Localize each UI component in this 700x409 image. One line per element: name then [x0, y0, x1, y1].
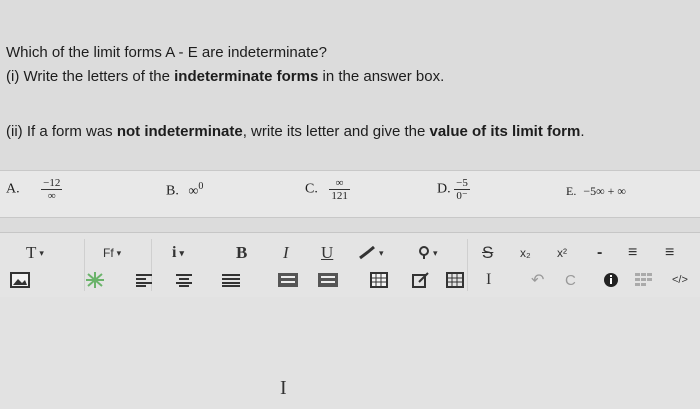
align-center-button[interactable] — [176, 270, 192, 290]
strikethrough-button[interactable]: S — [482, 243, 493, 263]
chevron-down-icon: ▾ — [179, 247, 184, 258]
numbered-list-button[interactable]: ≡ — [665, 243, 674, 263]
bold-button[interactable]: B — [236, 243, 247, 263]
redo-button[interactable]: C — [565, 270, 576, 290]
q3-end: . — [580, 123, 585, 140]
align-left-button[interactable] — [136, 270, 152, 290]
bullet-list-button[interactable]: ≡ — [628, 243, 637, 263]
accessibility-grid-button[interactable] — [635, 270, 653, 290]
option-b-exp: 0 — [198, 181, 204, 192]
option-b-label: B. — [166, 183, 179, 199]
grid-button[interactable] — [446, 270, 464, 290]
option-b: B. ∞0 — [166, 181, 203, 200]
font-family-label: Ff — [103, 246, 114, 260]
option-d-den: 0⁻ — [456, 190, 468, 202]
text-cursor-button[interactable]: I — [486, 270, 491, 290]
indent-button[interactable] — [278, 270, 298, 290]
insert-table-button[interactable] — [370, 270, 388, 290]
option-c-label: C. — [305, 181, 318, 197]
question-line2: (i) Write the letters of the indetermina… — [6, 68, 444, 85]
q3-prefix: (ii) If a form was — [6, 123, 117, 140]
sparkle-button[interactable] — [84, 270, 106, 290]
limit-forms-strip: A. −12 ∞ B. ∞0 C. ∞ 121 D. −5 0⁻ E. −5∞ … — [0, 170, 700, 218]
image-icon — [10, 272, 30, 288]
chevron-down-icon: ▾ — [379, 247, 384, 258]
subscript-button[interactable]: x₂ — [520, 243, 531, 263]
brush-icon — [359, 246, 375, 260]
editor-toolbar: T ▾ Ff ▾ i ▾ B I U ▾ ▾ S x₂ x² - ≡ ≡ I ↶… — [0, 232, 700, 298]
option-a-den: ∞ — [47, 190, 56, 202]
undo-button[interactable]: ↶ — [531, 270, 544, 290]
option-a-fraction: −12 ∞ — [41, 177, 63, 202]
option-d: D. −5 0⁻ — [437, 177, 470, 202]
option-a: A. −12 ∞ — [6, 177, 63, 202]
font-size-label: T — [26, 243, 37, 262]
toolbar-divider — [467, 239, 468, 291]
align-justify-button[interactable] — [222, 270, 240, 290]
option-d-fraction: −5 0⁻ — [454, 177, 470, 202]
option-d-label: D. — [437, 181, 451, 197]
edit-button[interactable] — [412, 270, 430, 290]
outdent-button[interactable] — [318, 270, 338, 290]
font-size-dropdown[interactable]: T ▾ — [26, 243, 44, 263]
grid-small-icon — [635, 273, 652, 286]
grid-icon — [446, 272, 464, 288]
info-button[interactable] — [603, 270, 619, 290]
option-c: C. ∞ 121 — [305, 177, 350, 202]
q2-bold: indeterminate forms — [174, 68, 319, 85]
chevron-down-icon: ▾ — [116, 247, 122, 258]
option-b-base: ∞ — [188, 183, 199, 199]
indent-icon — [278, 273, 298, 287]
info-label: i — [172, 244, 177, 261]
option-c-fraction: ∞ 121 — [329, 177, 350, 202]
outdent-icon — [318, 273, 338, 287]
align-justify-icon — [222, 274, 240, 287]
question-line3: (ii) If a form was not indeterminate, wr… — [6, 123, 585, 140]
text-color-dropdown[interactable]: ▾ — [358, 243, 384, 263]
q2-suffix: in the answer box. — [318, 68, 445, 85]
option-e-expr: −5∞ + ∞ — [583, 184, 626, 198]
option-a-label: A. — [6, 181, 20, 197]
table-icon — [370, 272, 388, 288]
superscript-button[interactable]: x² — [557, 243, 567, 263]
align-left-icon — [136, 274, 152, 287]
insert-image-button[interactable] — [10, 270, 30, 290]
edit-icon — [412, 272, 429, 288]
option-c-num: ∞ — [329, 177, 350, 190]
code-view-button[interactable]: </> — [672, 270, 688, 290]
option-c-den: 121 — [331, 190, 348, 202]
question-line1: Which of the limit forms A - E are indet… — [6, 44, 327, 61]
info-icon — [604, 273, 618, 287]
answer-editor[interactable]: I — [0, 297, 700, 409]
text-cursor: I — [280, 377, 287, 399]
q2-prefix: (i) Write the letters of the — [6, 68, 175, 85]
italic-button[interactable]: I — [283, 243, 289, 263]
chevron-down-icon: ▾ — [39, 247, 44, 258]
option-e: E. −5∞ + ∞ — [566, 184, 626, 199]
option-a-num: −12 — [41, 177, 63, 190]
q3-mid: , write its letter and give the — [242, 123, 430, 140]
underline-button[interactable]: U — [321, 243, 333, 263]
align-center-icon — [176, 274, 192, 287]
option-e-label: E. — [566, 184, 577, 198]
q3-bold2: value of its limit form — [429, 123, 581, 140]
font-family-dropdown[interactable]: Ff ▾ — [103, 243, 121, 263]
pin-icon — [419, 246, 429, 259]
horizontal-rule-button[interactable]: - — [597, 243, 602, 263]
sparkle-icon — [86, 272, 104, 288]
q3-bold1: not indeterminate — [116, 123, 243, 140]
info-dropdown[interactable]: i ▾ — [172, 243, 184, 263]
option-d-num: −5 — [454, 177, 470, 190]
highlight-dropdown[interactable]: ▾ — [418, 243, 438, 263]
chevron-down-icon: ▾ — [433, 247, 438, 258]
